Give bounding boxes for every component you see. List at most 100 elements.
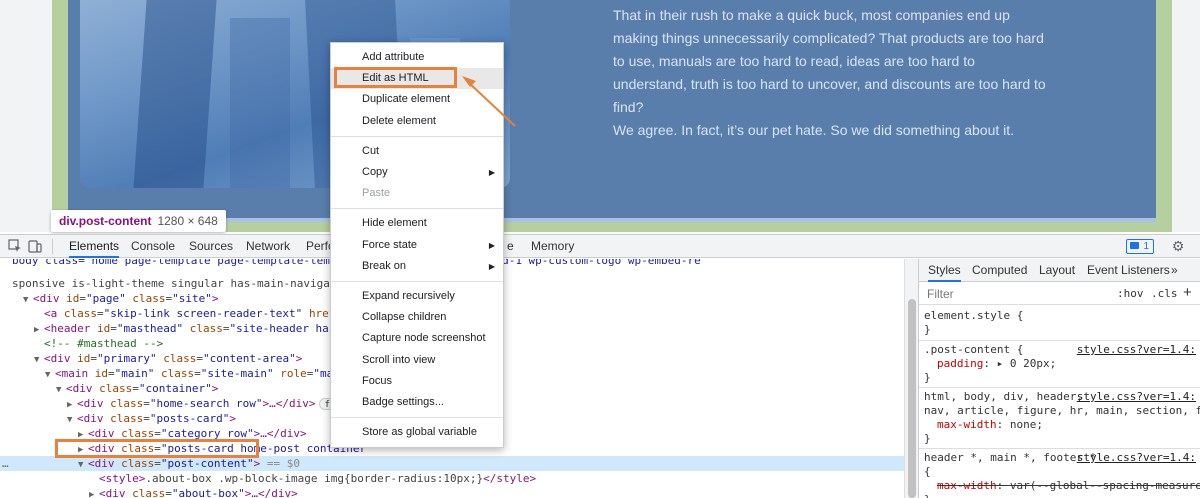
scrollbar-thumb[interactable] bbox=[908, 299, 916, 498]
css-declaration[interactable]: padding: ▸ 0 20px; bbox=[937, 357, 1056, 371]
menu-item-label: Expand recursively bbox=[362, 290, 455, 302]
menu-separator bbox=[331, 281, 503, 282]
styles-tabs: Styles Computed Layout Event Listeners » bbox=[919, 259, 1200, 282]
menu-item-label: Hide element bbox=[362, 217, 427, 230]
settings-gear-icon[interactable]: ⚙ bbox=[1171, 239, 1185, 253]
more-tabs-button[interactable]: » bbox=[1171, 259, 1178, 282]
new-rule-button[interactable]: + bbox=[1183, 284, 1192, 301]
tab-layout[interactable]: Layout bbox=[1039, 259, 1075, 282]
rule-source-link[interactable]: style.css?ver=1.4: bbox=[1077, 343, 1196, 357]
menu-item-label: Badge settings... bbox=[362, 396, 444, 408]
menu-item-label: Scroll into view bbox=[362, 353, 436, 366]
menu-item-hide-element[interactable]: Hide element bbox=[331, 213, 503, 234]
inspect-element-icon[interactable] bbox=[8, 239, 22, 253]
tab-application[interactable]: e bbox=[507, 235, 514, 258]
rule-selector[interactable]: header *, main *, footer * bbox=[924, 451, 1096, 465]
menu-separator bbox=[331, 208, 503, 210]
device-toggle-icon[interactable] bbox=[28, 239, 42, 253]
menu-item-paste: Paste bbox=[331, 183, 503, 204]
menu-item-badge-settings[interactable]: Badge settings... bbox=[331, 392, 503, 413]
menu-item-collapse-children[interactable]: Collapse children bbox=[331, 307, 503, 328]
about-text: That in their rush to make a quick buck,… bbox=[613, 4, 1113, 142]
issues-badge[interactable]: 1 bbox=[1126, 239, 1154, 254]
menu-item-expand-recursively[interactable]: Expand recursively bbox=[331, 286, 503, 307]
menu-item-label: Force state bbox=[362, 238, 418, 251]
filter-input[interactable]: Filter bbox=[927, 287, 954, 301]
menu-item-label: Focus bbox=[362, 374, 392, 387]
menu-item-label: Store as global variable bbox=[362, 426, 477, 439]
tab-network[interactable]: Network bbox=[246, 235, 290, 258]
tab-event-listeners[interactable]: Event Listeners bbox=[1087, 259, 1170, 282]
css-value[interactable]: 0 20px; bbox=[1010, 357, 1056, 370]
css-property[interactable]: max-width bbox=[937, 418, 997, 431]
css-property[interactable]: padding bbox=[937, 357, 983, 370]
menu-item-label: Duplicate element bbox=[362, 93, 451, 106]
css-value[interactable]: none; bbox=[1010, 418, 1043, 431]
menu-item-label: Break on bbox=[362, 259, 407, 272]
dom-node[interactable]: <style>.about-box .wp-block-image img{bo… bbox=[0, 471, 904, 486]
tooltip-selector: div.post-content bbox=[59, 214, 152, 228]
menu-item-break-on[interactable]: Break on ▶ bbox=[331, 256, 503, 277]
tab-computed[interactable]: Computed bbox=[972, 259, 1027, 282]
padding-strip bbox=[68, 218, 1156, 222]
close-brace: } bbox=[924, 371, 931, 384]
tab-sources[interactable]: Sources bbox=[189, 235, 233, 258]
menu-item-capture-node-screenshot[interactable]: Capture node screenshot bbox=[331, 328, 503, 349]
element-style-selector[interactable]: element.style { bbox=[924, 309, 1023, 323]
menu-item-label: Capture node screenshot bbox=[362, 332, 486, 345]
rule-selector[interactable]: nav, article, figure, hr, main, section,… bbox=[924, 404, 1200, 418]
menu-item-focus[interactable]: Focus bbox=[331, 371, 503, 392]
menu-item-label: Delete element bbox=[362, 114, 436, 127]
tab-elements[interactable]: Elements bbox=[69, 235, 120, 258]
styles-filter-bar: Filter :hov .cls + bbox=[919, 282, 1200, 305]
menu-item-label: Paste bbox=[362, 187, 391, 200]
rule-selector[interactable]: .post-content { bbox=[924, 343, 1023, 357]
close-brace: } bbox=[924, 493, 931, 498]
dom-node[interactable]: ▶ <div class="about-box">…</div> bbox=[0, 486, 904, 498]
screenshot-root: That in their rush to make a quick buck,… bbox=[0, 0, 1200, 498]
selected-node-highlight bbox=[55, 439, 259, 458]
page-viewport: That in their rush to make a quick buck,… bbox=[0, 0, 1200, 232]
menu-item-copy[interactable]: Copy ▶ bbox=[331, 162, 503, 183]
submenu-arrow-icon: ▶ bbox=[488, 261, 495, 271]
menu-item-force-state[interactable]: Force state ▶ bbox=[331, 235, 503, 256]
dom-node-selected[interactable]: … ▼ <div class="post-content"> == $0 bbox=[0, 456, 904, 471]
about-line: making things unnecessarily complicated?… bbox=[613, 30, 1044, 46]
menu-item-label: Cut bbox=[362, 144, 380, 157]
tab-console[interactable]: Console bbox=[131, 235, 175, 258]
edit-as-html-highlight bbox=[334, 67, 457, 88]
about-line: find? bbox=[613, 99, 644, 115]
about-line: understand, truth is too hard to uncover… bbox=[613, 76, 1046, 92]
menu-item-store-as-global-variable[interactable]: Store as global variable bbox=[331, 422, 503, 443]
tab-memory[interactable]: Memory bbox=[531, 235, 574, 258]
annotation-arrow-icon bbox=[462, 76, 516, 127]
rule-source-link[interactable]: style.css?ver=1.4: bbox=[1077, 451, 1196, 465]
tooltip-size: 1280 × 648 bbox=[157, 214, 218, 228]
menu-item-label: Add attribute bbox=[362, 51, 425, 63]
submenu-arrow-icon: ▶ bbox=[488, 240, 495, 250]
css-declaration[interactable]: max-width: none; bbox=[937, 418, 1043, 432]
close-brace: } bbox=[924, 432, 931, 445]
menu-item-label: Copy bbox=[362, 166, 388, 178]
open-brace: { bbox=[924, 465, 931, 478]
menu-separator bbox=[331, 417, 503, 419]
elements-scrollbar[interactable] bbox=[904, 259, 918, 498]
menu-item-scroll-into-view[interactable]: Scroll into view bbox=[331, 350, 503, 371]
about-line: to use, manuals are too hard to read, id… bbox=[613, 53, 975, 69]
rule-selector[interactable]: html, body, div, header, bbox=[924, 390, 1083, 404]
css-property[interactable]: max-width bbox=[937, 479, 997, 492]
about-line: That in their rush to make a quick buck,… bbox=[613, 7, 1010, 23]
element-tooltip: div.post-content 1280 × 648 bbox=[51, 210, 226, 232]
submenu-arrow-icon: ▶ bbox=[488, 168, 495, 177]
class-toggle[interactable]: .cls bbox=[1151, 287, 1178, 300]
css-declaration-overridden[interactable]: max-width: var(--global--spacing-measure… bbox=[937, 479, 1200, 493]
tab-styles[interactable]: Styles bbox=[928, 259, 961, 282]
menu-item-label: Collapse children bbox=[362, 311, 447, 324]
devtools-toolbar: Elements Console Sources Network Perfo e… bbox=[0, 234, 1200, 258]
styles-pane: Styles Computed Layout Event Listeners »… bbox=[918, 259, 1200, 498]
menu-item-cut[interactable]: Cut bbox=[331, 141, 503, 162]
close-brace: } bbox=[924, 323, 931, 336]
css-value[interactable]: var(--global--spacing-measure); bbox=[1010, 479, 1200, 492]
rule-source-link[interactable]: style.css?ver=1.4: bbox=[1077, 390, 1196, 404]
hover-state-toggle[interactable]: :hov bbox=[1117, 287, 1144, 300]
